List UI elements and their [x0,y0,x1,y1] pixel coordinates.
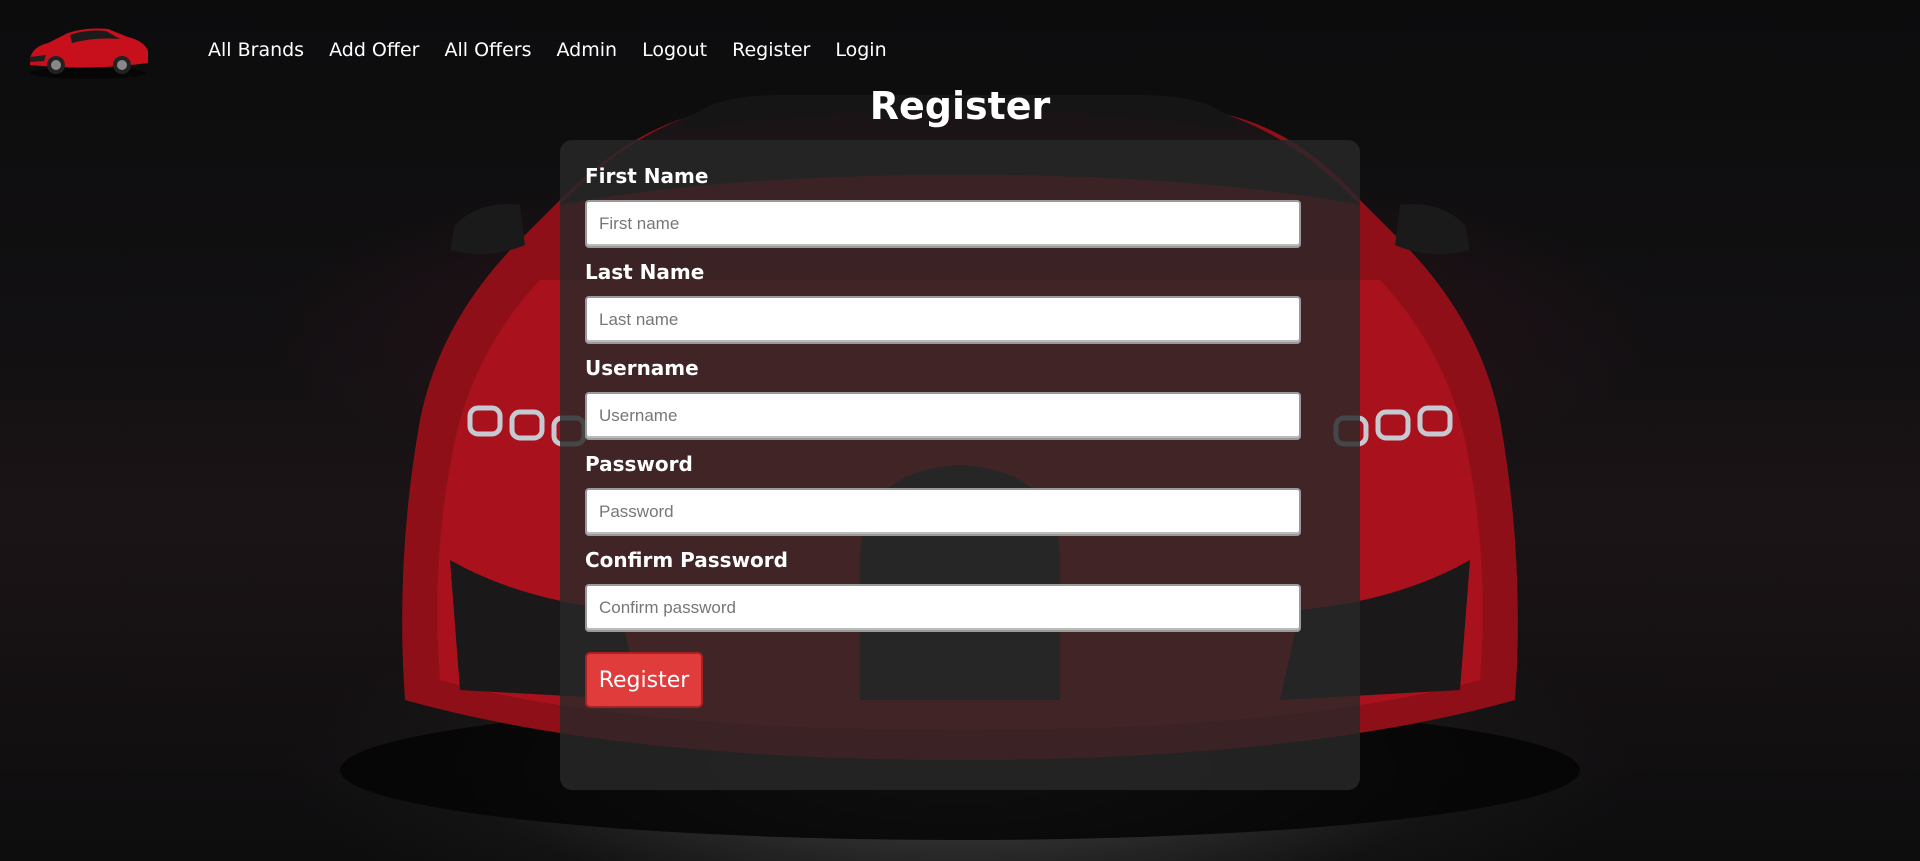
confirm-password-group: Confirm Password [585,546,1301,632]
nav-link-login[interactable]: Login [835,39,886,61]
first-name-label: First Name [585,164,709,188]
first-name-input[interactable] [585,200,1301,248]
confirm-password-label: Confirm Password [585,548,788,572]
register-button[interactable]: Register [585,652,703,708]
nav-link-admin[interactable]: Admin [557,39,618,61]
nav-link-add-offer[interactable]: Add Offer [329,39,419,61]
username-group: Username [585,354,1301,440]
confirm-password-input[interactable] [585,584,1301,632]
username-input[interactable] [585,392,1301,440]
password-label: Password [585,452,693,476]
nav-link-register[interactable]: Register [732,39,810,61]
password-input[interactable] [585,488,1301,536]
nav-link-all-offers[interactable]: All Offers [444,39,531,61]
register-form: First Name Last Name Username Password C… [560,140,1360,790]
last-name-group: Last Name [585,258,1301,344]
username-label: Username [585,356,699,380]
page-title: Register [869,84,1051,128]
car-logo-icon[interactable] [24,15,152,85]
nav-link-all-brands[interactable]: All Brands [208,39,304,61]
last-name-input[interactable] [585,296,1301,344]
last-name-label: Last Name [585,260,705,284]
nav-link-logout[interactable]: Logout [642,39,707,61]
first-name-group: First Name [585,162,1301,248]
password-group: Password [585,450,1301,536]
